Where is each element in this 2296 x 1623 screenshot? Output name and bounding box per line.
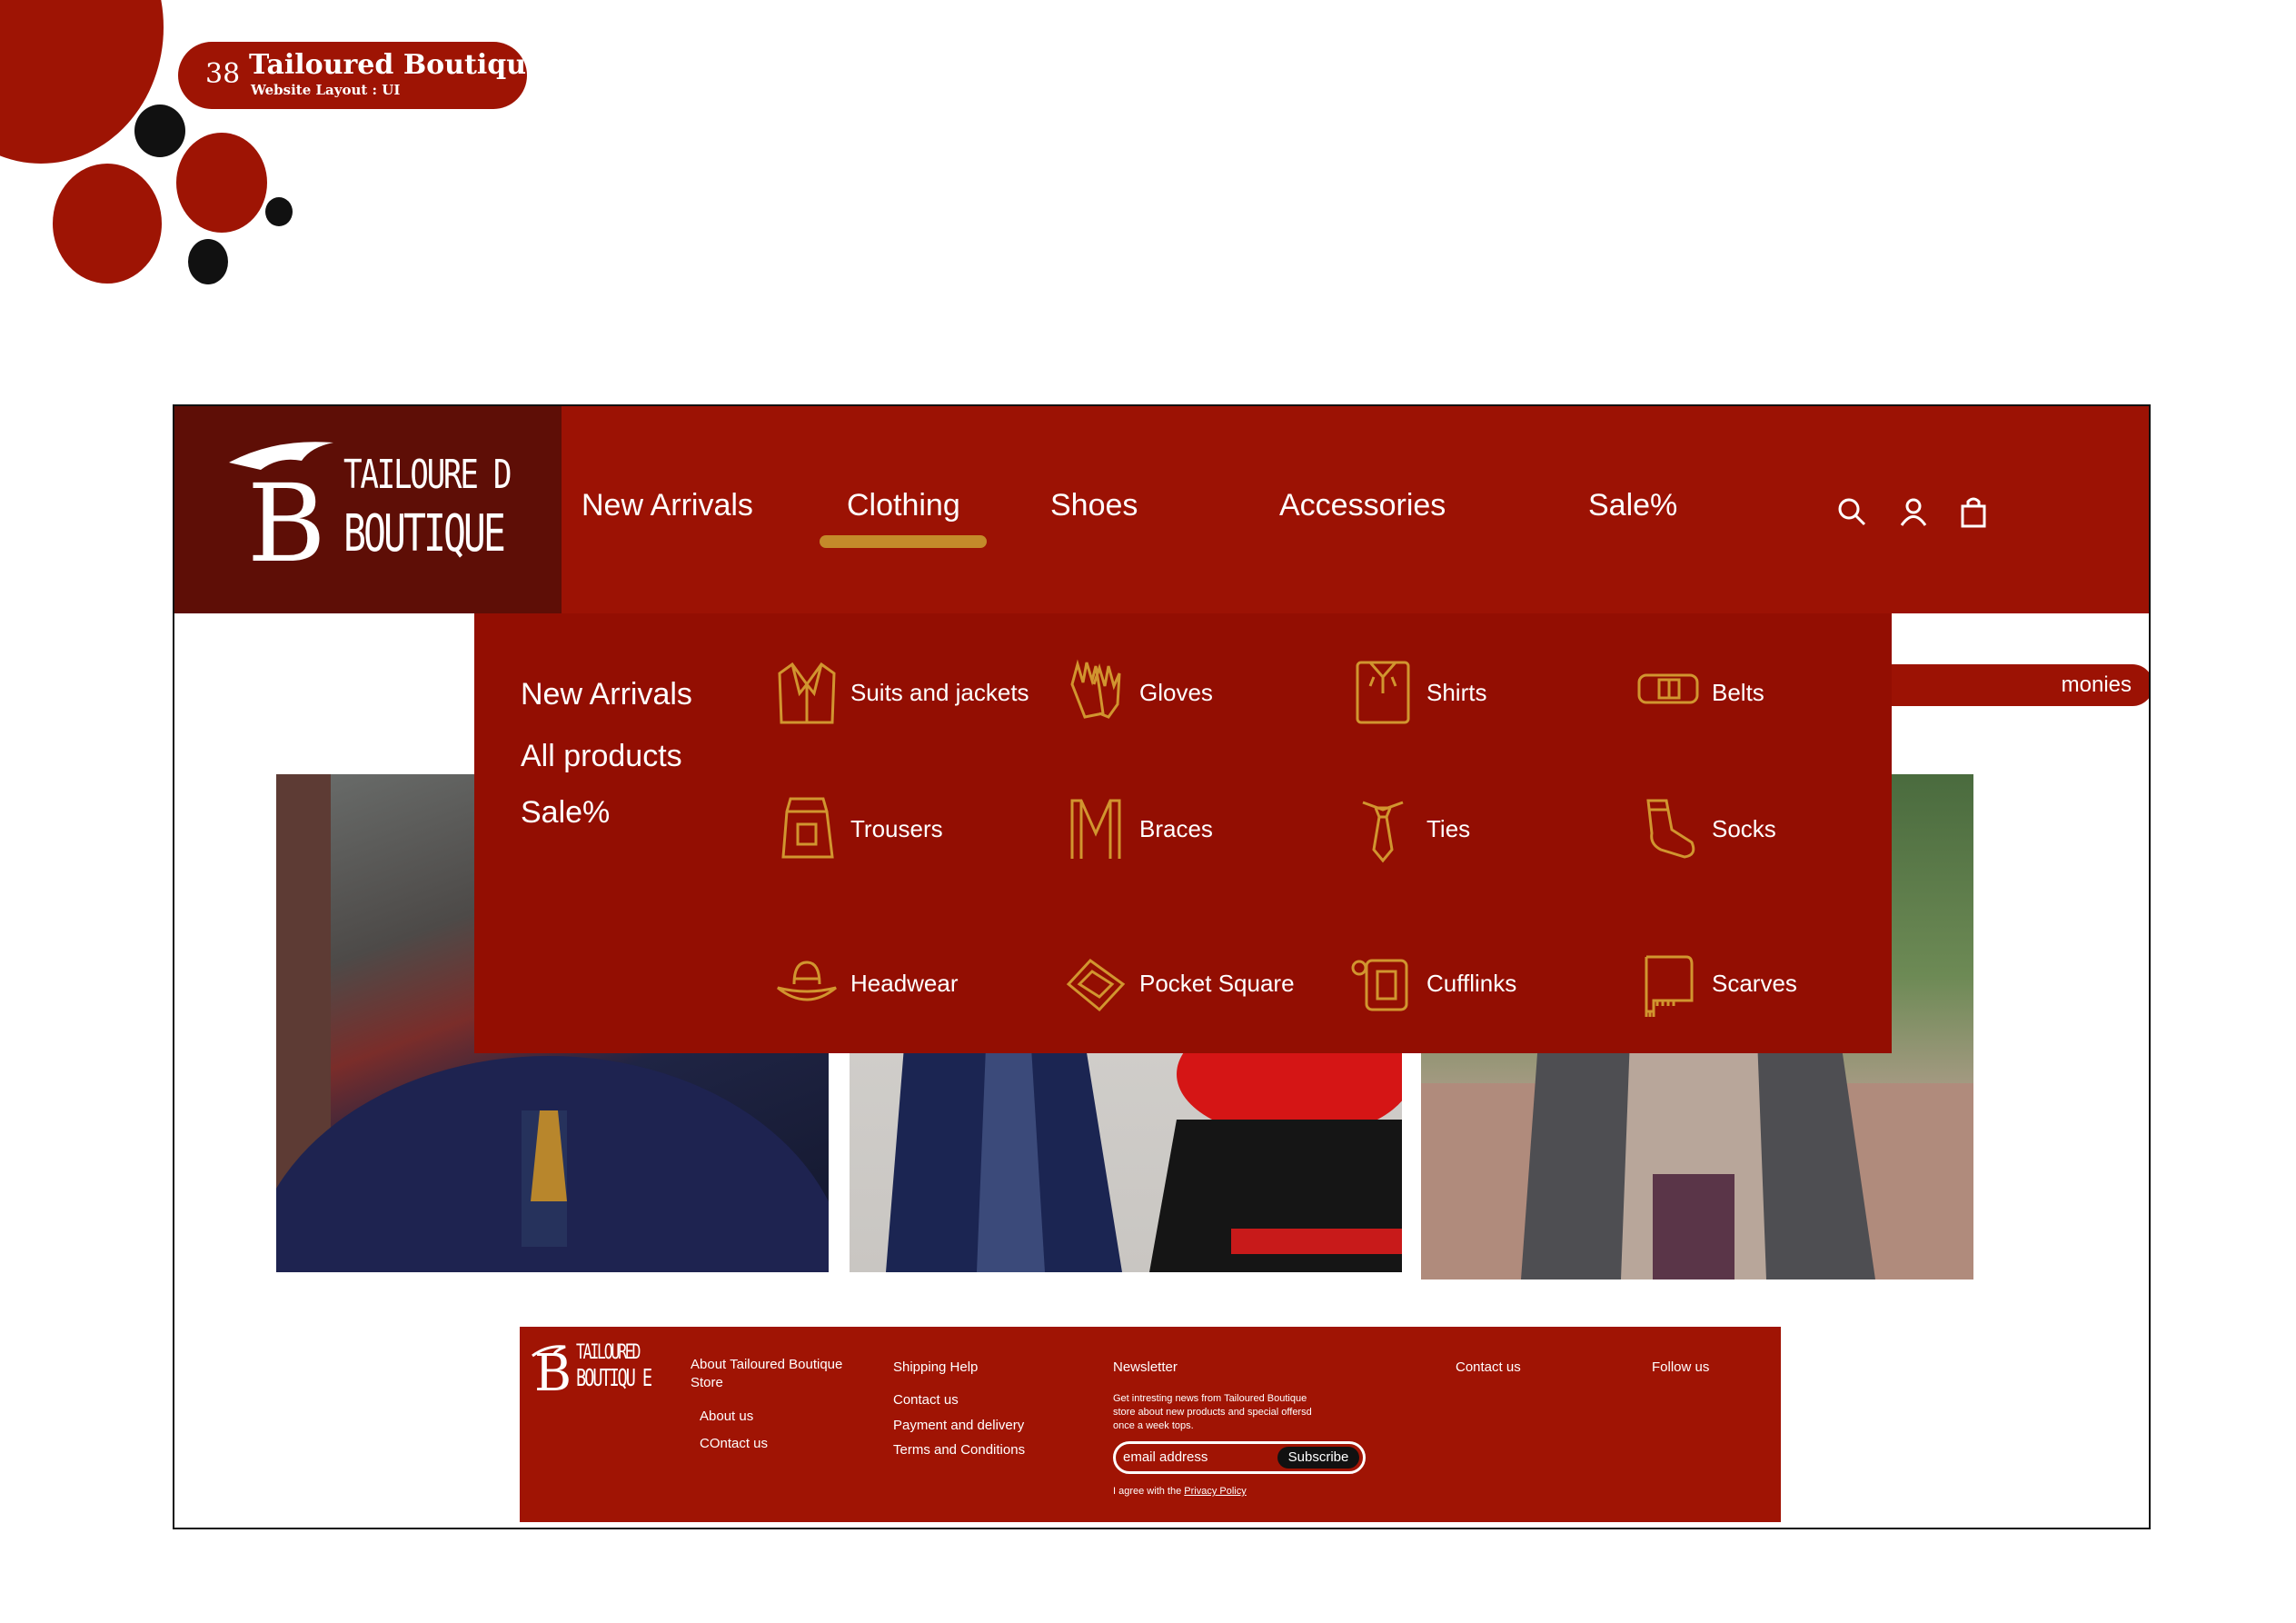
menu-item-socks[interactable]: Socks — [1635, 793, 1908, 866]
site-footer: B TAILOURED BOUTIQU E About Tailoured Bo… — [520, 1327, 1781, 1522]
email-placeholder: email address — [1123, 1449, 1208, 1465]
footer-link-about[interactable]: About us — [700, 1409, 753, 1424]
menu-link-all-products[interactable]: All products — [521, 739, 682, 774]
footer-logo-line-1: TAILOURED — [576, 1341, 641, 1364]
privacy-policy-link[interactable]: Privacy Policy — [1184, 1486, 1246, 1497]
shirt-icon — [1356, 661, 1410, 724]
pocket-square-icon — [1066, 959, 1126, 1012]
nav-sale[interactable]: Sale% — [1588, 488, 1677, 523]
menu-item-trousers[interactable]: Trousers — [774, 793, 1047, 866]
menu-item-cufflinks[interactable]: Cufflinks — [1350, 948, 1623, 1021]
privacy-agree-text: I agree with the Privacy Policy — [1113, 1485, 1247, 1499]
search-icon[interactable] — [1835, 495, 1868, 528]
nav-active-indicator — [820, 535, 987, 548]
bag-icon[interactable] — [1957, 495, 1990, 528]
newsletter-text: Get intresting news from Tailoured Bouti… — [1113, 1393, 1312, 1431]
scarf-icon — [1645, 955, 1694, 1017]
brand-logo[interactable]: B TAILOURE D BOUTIQUE — [174, 406, 562, 613]
deck-title: Tailoured Boutique — [249, 49, 544, 81]
footer-about-heading: About Tailoured Boutique Store — [691, 1357, 843, 1390]
menu-item-belts[interactable]: Belts — [1635, 657, 1908, 730]
menu-link-sale[interactable]: Sale% — [521, 795, 610, 831]
sock-icon — [1646, 799, 1695, 859]
menu-item-pocket-square[interactable]: Pocket Square — [1063, 948, 1336, 1021]
menu-item-ties[interactable]: Ties — [1350, 793, 1623, 866]
footer-link-payment[interactable]: Payment and delivery — [893, 1418, 1024, 1433]
menu-item-label: Scarves — [1712, 970, 1797, 997]
decor-circle — [53, 164, 162, 284]
footer-link-terms[interactable]: Terms and Conditions — [893, 1442, 1025, 1458]
decor-dot — [188, 239, 228, 284]
decor-circle — [176, 133, 267, 233]
menu-item-shirts[interactable]: Shirts — [1350, 657, 1623, 730]
menu-item-label: Gloves — [1139, 679, 1213, 706]
menu-item-label: Suits and jackets — [850, 679, 1029, 706]
nav-accessories[interactable]: Accessories — [1279, 488, 1446, 523]
decor-dot — [134, 105, 185, 157]
menu-item-label: Belts — [1712, 679, 1764, 706]
menu-item-headwear[interactable]: Headwear — [774, 948, 1047, 1021]
subscribe-button[interactable]: Subscribe — [1277, 1447, 1359, 1469]
nav-new-arrivals[interactable]: New Arrivals — [581, 488, 753, 523]
menu-item-scarves[interactable]: Scarves — [1635, 948, 1908, 1021]
decor-dot — [265, 197, 293, 226]
trousers-icon — [781, 797, 834, 859]
menu-item-suits[interactable]: Suits and jackets — [774, 657, 1047, 730]
menu-item-gloves[interactable]: Gloves — [1063, 657, 1336, 730]
menu-item-label: Socks — [1712, 815, 1776, 842]
footer-follow-heading: Follow us — [1652, 1359, 1710, 1375]
gloves-icon — [1070, 659, 1121, 719]
newsletter-email-field[interactable]: email address Subscribe — [1113, 1441, 1366, 1474]
menu-item-label: Pocket Square — [1139, 970, 1295, 997]
menu-item-label: Shirts — [1426, 679, 1487, 706]
footer-contact-heading[interactable]: Contact us — [1456, 1359, 1521, 1375]
footer-link-contact[interactable]: COntact us — [700, 1436, 768, 1451]
menu-item-label: Trousers — [850, 815, 943, 842]
footer-logo-line-2: BOUTIQU E — [576, 1365, 652, 1392]
page-number: 38 — [205, 58, 241, 90]
menu-item-label: Cufflinks — [1426, 970, 1517, 997]
belt-icon — [1637, 673, 1699, 704]
category-tag-label: monies — [2061, 672, 2132, 697]
menu-item-braces[interactable]: Braces — [1063, 793, 1336, 866]
deck-subtitle: Website Layout : UI — [251, 82, 401, 98]
nav-shoes[interactable]: Shoes — [1050, 488, 1138, 523]
jacket-icon — [778, 662, 836, 724]
logo-line-2: BOUTIQUE — [343, 504, 506, 563]
tie-icon — [1362, 801, 1404, 863]
footer-shipping-heading: Shipping Help — [893, 1359, 979, 1375]
braces-icon — [1070, 799, 1121, 859]
deck-title-pill: 38 Tailoured Boutique Website Layout : U… — [178, 42, 543, 109]
newsletter-heading: Newsletter — [1113, 1359, 1178, 1375]
menu-link-new-arrivals[interactable]: New Arrivals — [521, 677, 692, 712]
website-mockup: monies B TAILOURE D BOUTIQUE New Arrival… — [173, 404, 2151, 1529]
menu-item-label: Ties — [1426, 815, 1471, 842]
site-header: B TAILOURE D BOUTIQUE New Arrivals Cloth… — [174, 406, 2149, 613]
hat-icon — [777, 961, 837, 1001]
menu-item-label: Braces — [1139, 815, 1213, 842]
logo-initial: B — [247, 461, 326, 586]
logo-line-1: TAILOURE D — [343, 452, 512, 498]
clothing-mega-menu: New Arrivals All products Sale% Suits an… — [474, 613, 1892, 1053]
nav-clothing[interactable]: Clothing — [847, 488, 960, 523]
footer-link-contact-us[interactable]: Contact us — [893, 1392, 959, 1408]
menu-item-label: Headwear — [850, 970, 959, 997]
cufflinks-icon — [1351, 959, 1408, 1011]
user-icon[interactable] — [1897, 495, 1930, 528]
agree-label: I agree with the — [1113, 1486, 1182, 1497]
